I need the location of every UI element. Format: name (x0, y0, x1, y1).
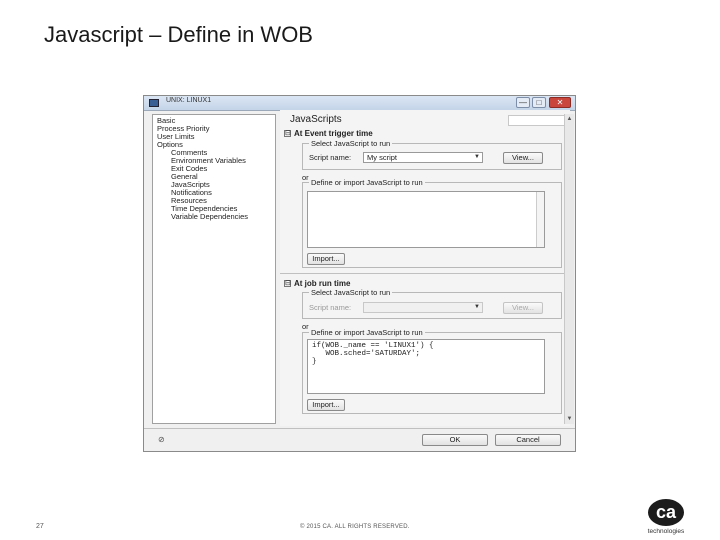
scroll-up-icon[interactable]: ▲ (565, 114, 574, 124)
job-script-name-select[interactable]: ▼ (363, 302, 483, 313)
collapse-toggle-icon[interactable]: ⊟ (284, 130, 291, 138)
event-script-editor[interactable] (307, 191, 545, 248)
job-define-group: Define or import JavaScript to run if(WO… (302, 328, 562, 414)
copyright-text: © 2015 CA. ALL RIGHTS RESERVED. (300, 524, 410, 530)
job-view-button[interactable]: View... (503, 302, 543, 314)
event-import-button[interactable]: Import... (307, 253, 345, 265)
chevron-down-icon: ▼ (474, 154, 480, 160)
event-trigger-section-header[interactable]: ⊟ At Event trigger time (284, 129, 373, 138)
window-titlebar[interactable]: UNIX: LINUX1 — □ ✕ (144, 96, 575, 111)
event-script-name-label: Script name: (309, 153, 352, 162)
job-select-group-label: Select JavaScript to run (309, 288, 393, 297)
javascripts-panel: JavaScripts ⊟ At Event trigger time Selec… (280, 110, 570, 426)
ok-button[interactable]: OK (422, 434, 488, 446)
panel-title: JavaScripts (290, 114, 342, 125)
footer-divider (144, 428, 575, 429)
help-icon[interactable]: ⊘ (158, 435, 169, 444)
event-view-button[interactable]: View... (503, 152, 543, 164)
event-select-group-label: Select JavaScript to run (309, 139, 393, 148)
job-definition-dialog: UNIX: LINUX1 — □ ✕ Basic Process Priorit… (143, 95, 576, 452)
job-run-section-header[interactable]: ⊟ At job run time (284, 279, 350, 288)
close-button[interactable]: ✕ (549, 97, 571, 108)
scroll-down-icon[interactable]: ▼ (565, 414, 574, 424)
panel-scrollbar[interactable]: ▲ ▼ (564, 114, 574, 424)
job-define-group-label: Define or import JavaScript to run (309, 328, 425, 337)
job-import-button[interactable]: Import... (307, 399, 345, 411)
filter-input[interactable] (508, 115, 570, 126)
event-script-name-select[interactable]: My script ▼ (363, 152, 483, 163)
job-script-name-label: Script name: (309, 303, 352, 312)
event-select-group: Select JavaScript to run Script name: My… (302, 139, 562, 170)
navigation-tree: Basic Process Priority User Limits Optio… (152, 114, 276, 424)
code-line: } (312, 358, 317, 366)
app-icon (149, 99, 159, 107)
event-define-group-label: Define or import JavaScript to run (309, 178, 425, 187)
editor-scrollbar[interactable] (536, 192, 544, 247)
page-number: 27 (36, 523, 44, 530)
tree-item-variable-dependencies[interactable]: Variable Dependencies (171, 213, 248, 221)
section-divider (280, 273, 570, 274)
event-trigger-heading: At Event trigger time (294, 129, 373, 138)
logo-caption: technologies (647, 528, 685, 535)
event-or-label: or (302, 173, 309, 182)
job-select-group: Select JavaScript to run Script name: ▼ … (302, 288, 562, 319)
maximize-button[interactable]: □ (532, 97, 546, 108)
ca-technologies-logo: ca technologies (644, 499, 688, 537)
job-run-heading: At job run time (294, 279, 351, 288)
minimize-button[interactable]: — (516, 97, 530, 108)
code-line: if(WOB._name == 'LINUX1') { (312, 342, 434, 350)
code-line: WOB.sched='SATURDAY'; (312, 350, 421, 358)
slide-title: Javascript – Define in WOB (44, 22, 313, 47)
collapse-toggle-icon[interactable]: ⊟ (284, 280, 291, 288)
job-script-editor[interactable]: if(WOB._name == 'LINUX1') { WOB.sched='S… (307, 339, 545, 394)
logo-mark: ca (648, 499, 684, 526)
cancel-button[interactable]: Cancel (495, 434, 561, 446)
event-script-name-value: My script (367, 153, 397, 162)
event-define-group: Define or import JavaScript to run Impor… (302, 178, 562, 268)
window-title: UNIX: LINUX1 (166, 97, 212, 104)
chevron-down-icon: ▼ (474, 304, 480, 310)
job-or-label: or (302, 322, 309, 331)
